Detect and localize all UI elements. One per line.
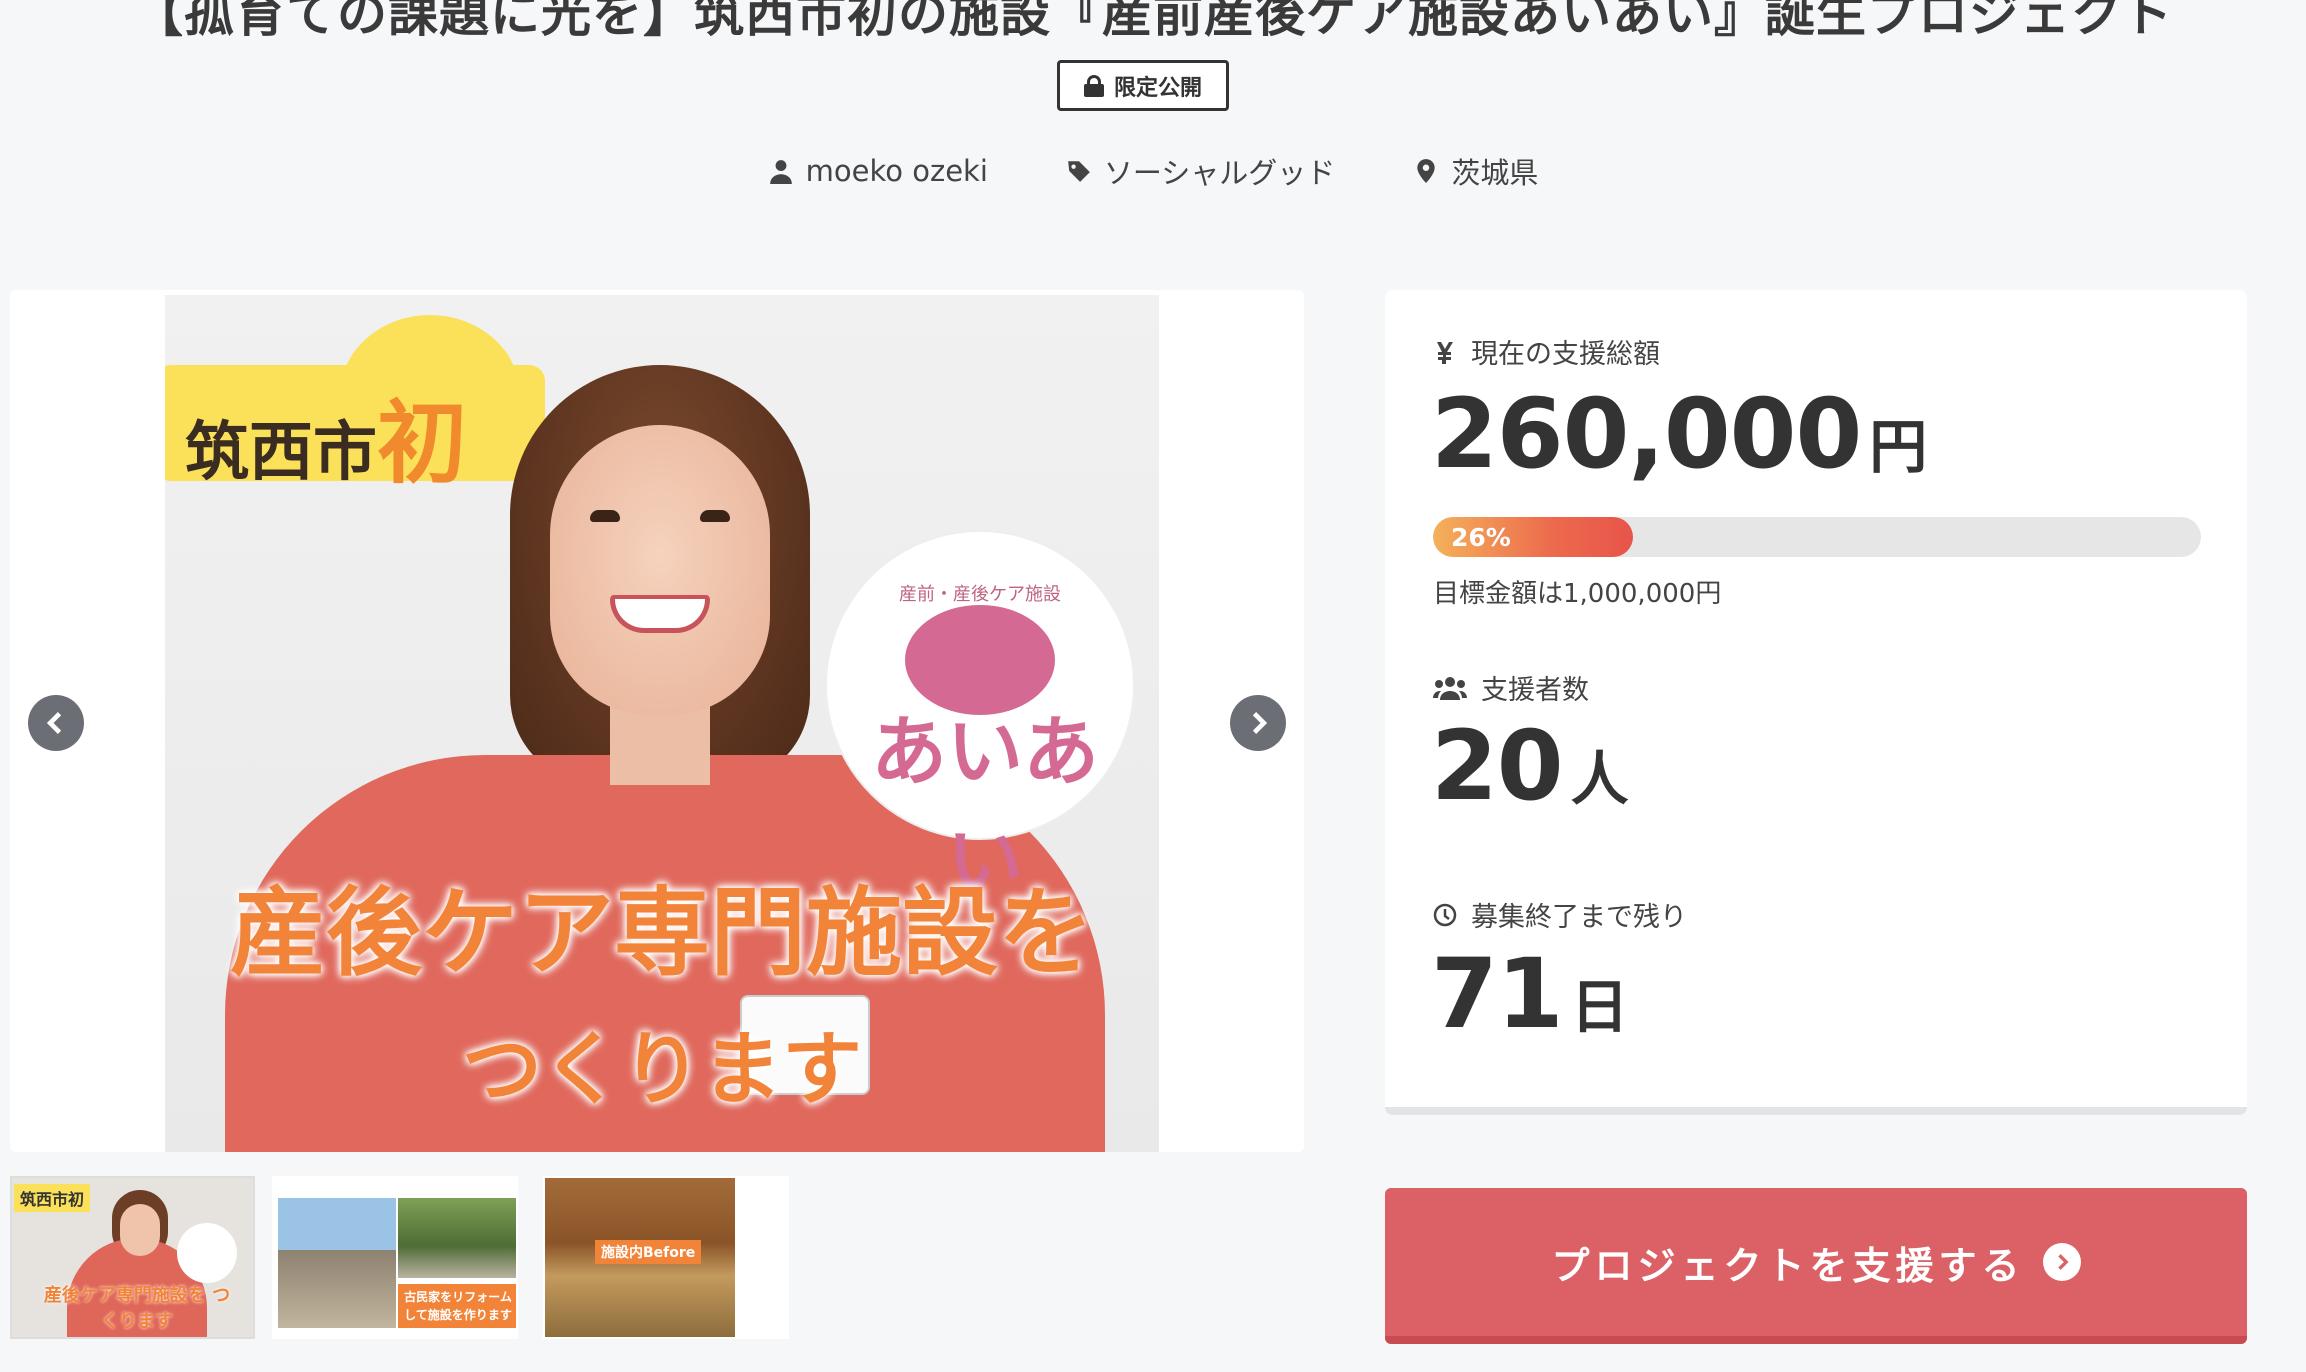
main-project-image: 筑西市初 産前・産後ケア施設 あいあい 産後ケア専門施設を つくります	[165, 295, 1159, 1152]
chevron-right-icon	[1252, 712, 1268, 734]
supporters-count: 20 人	[1431, 710, 1629, 822]
remaining-days: 71 日	[1431, 938, 1629, 1050]
map-pin-icon	[1417, 159, 1435, 183]
thumbnail-2[interactable]: 古民家をリフォーム して施設を作ります	[272, 1176, 518, 1339]
progress-percent: 26%	[1451, 523, 1511, 552]
progress-bar: 26%	[1433, 517, 2201, 557]
location-link[interactable]: 茨城県	[1413, 150, 1538, 192]
image-headline: 産後ケア専門施設を	[230, 877, 1094, 989]
badge-label: 限定公開	[1113, 75, 1202, 101]
project-title: 【孤育ての課題に光を】筑西市初の施設『産前産後ケア施設あいあい』誕生プロジェクト	[133, 0, 2173, 43]
thumbnail-1[interactable]: 筑西市初 産後ケア専門施設を つくります	[10, 1176, 255, 1339]
logo-caption: 産前・産後ケア施設	[899, 584, 1061, 605]
funding-panel: 現在の支援総額 260,000 円 26% 目標金額は1,000,000円 支援者…	[1385, 290, 2247, 1115]
raised-label: 現在の支援総額	[1433, 332, 1660, 371]
prev-image-button[interactable]	[28, 695, 84, 751]
goal-amount: 目標金額は1,000,000円	[1433, 579, 1722, 609]
category-name: ソーシャルグッド	[1103, 156, 1336, 190]
location-name: 茨城県	[1451, 156, 1539, 190]
image-label: 筑西市初	[185, 391, 467, 496]
owner-link[interactable]: moeko ozeki	[768, 150, 988, 192]
users-icon	[1433, 676, 1467, 700]
owner-name: moeko ozeki	[805, 154, 988, 188]
clock-icon	[1433, 903, 1457, 926]
image-headline-2: つくります	[462, 1023, 862, 1116]
thumbnail-label: 筑西市初	[14, 1184, 91, 1212]
private-badge: 限定公開	[1057, 60, 1229, 111]
yen-icon	[1437, 341, 1453, 364]
tag-icon	[1068, 161, 1090, 182]
chevron-left-icon	[46, 712, 62, 734]
raised-amount: 260,000 円	[1431, 378, 1928, 490]
thumbnail-caption: 産後ケア専門施設を つくります	[43, 1285, 231, 1332]
project-page: 【孤育ての課題に光を】筑西市初の施設『産前産後ケア施設あいあい』誕生プロジェクト…	[0, 0, 2306, 1372]
user-icon	[769, 160, 792, 184]
supporters-label: 支援者数	[1433, 668, 1589, 707]
thumbnail-3[interactable]: 施設内Before	[543, 1176, 789, 1339]
lock-icon	[1083, 74, 1104, 97]
support-project-button[interactable]: プロジェクトを支援する	[1385, 1188, 2247, 1344]
remaining-label: 募集終了まで残り	[1433, 895, 1687, 934]
support-button-label: プロジェクトを支援する	[1551, 1243, 2025, 1288]
category-link[interactable]: ソーシャルグッド	[1066, 150, 1335, 192]
next-image-button[interactable]	[1230, 695, 1286, 751]
project-meta: moeko ozeki ソーシャルグッド 茨城県	[0, 150, 2306, 192]
image-gallery: 筑西市初 産前・産後ケア施設 あいあい 産後ケア専門施設を つくります	[10, 290, 1304, 1152]
chevron-circle-right-icon	[2042, 1243, 2081, 1281]
thumbnail-caption: 施設内Before	[595, 1240, 702, 1264]
thumbnail-caption: 古民家をリフォーム して施設を作ります	[398, 1284, 516, 1328]
